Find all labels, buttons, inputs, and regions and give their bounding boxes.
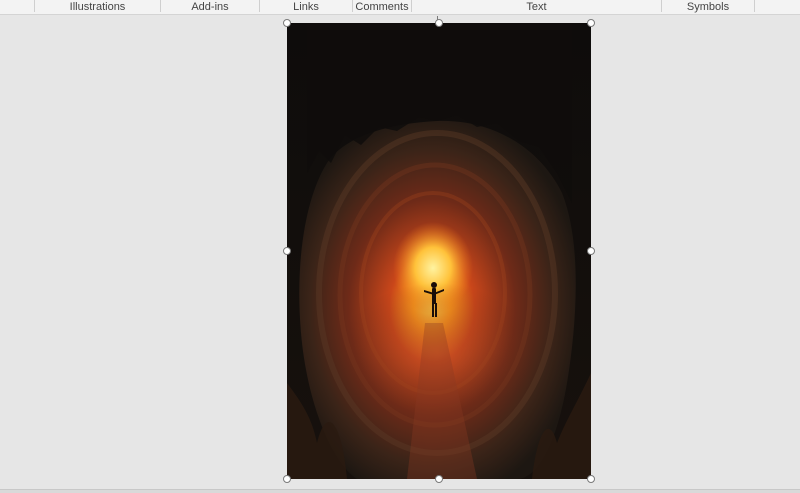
resize-handle-bottom-right[interactable] [587, 475, 595, 483]
ribbon-group-illustrations[interactable]: Illustrations [35, 0, 160, 14]
ribbon-group-symbols[interactable]: Symbols [662, 0, 754, 14]
ribbon-group-text[interactable]: Text [412, 0, 661, 14]
ribbon-separator [754, 0, 755, 12]
resize-handle-middle-left[interactable] [283, 247, 291, 255]
resize-handle-top-left[interactable] [283, 19, 291, 27]
resize-handle-middle-right[interactable] [587, 247, 595, 255]
selected-picture[interactable] [287, 23, 591, 479]
ribbon-group-add-ins[interactable]: Add-ins [161, 0, 259, 14]
ribbon-group-links[interactable]: Links [260, 0, 352, 14]
status-bar-edge [0, 489, 800, 493]
resize-handle-bottom-center[interactable] [435, 475, 443, 483]
ribbon-group-labels: Illustrations Add-ins Links Comments Tex… [0, 0, 800, 15]
ribbon-group-comments[interactable]: Comments [353, 0, 411, 14]
resize-handle-bottom-left[interactable] [283, 475, 291, 483]
tunnel-light-image [287, 23, 591, 479]
resize-handle-top-right[interactable] [587, 19, 595, 27]
resize-handle-top-center[interactable] [435, 19, 443, 27]
